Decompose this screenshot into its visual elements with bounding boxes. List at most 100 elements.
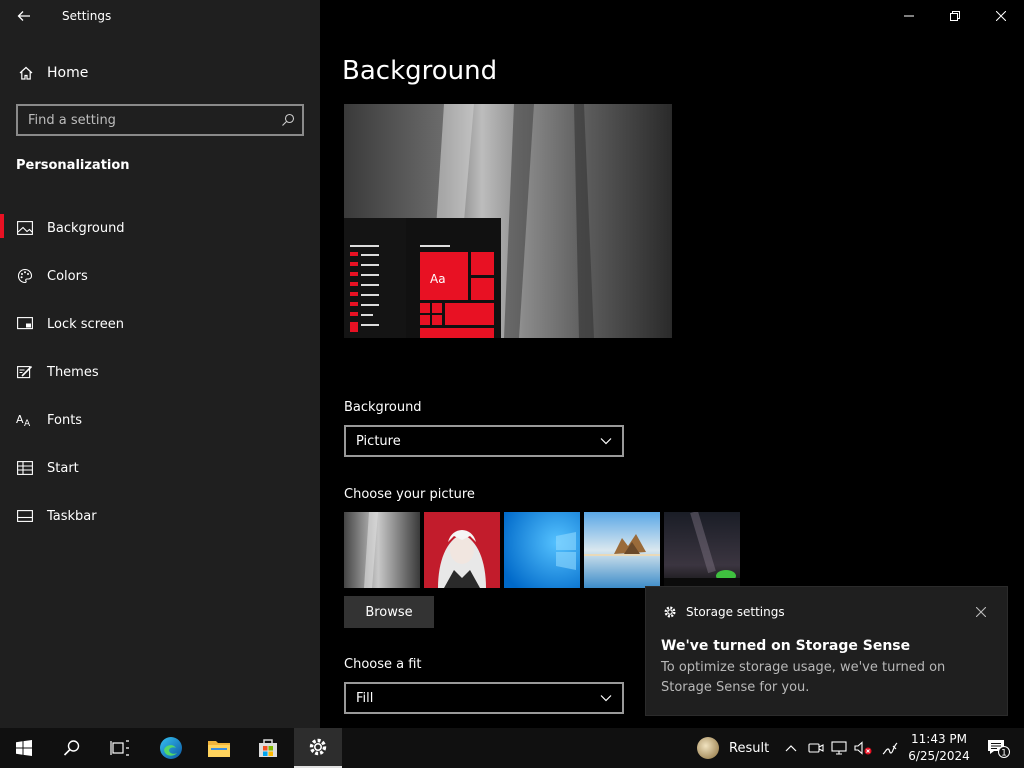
thumbnail-night-sky[interactable] [664,512,740,588]
meet-now-button[interactable] [806,728,826,768]
volume-button[interactable] [852,728,874,768]
folder-icon [208,741,230,757]
minimize-button[interactable] [886,0,932,32]
network-button[interactable] [828,728,850,768]
picture-icon [16,219,34,237]
home-icon [17,64,35,82]
sidebar-item-label: Lock screen [47,316,124,332]
sidebar-item-background[interactable]: Background [0,204,320,252]
preview-sample-text: Aa [430,272,446,286]
search-box[interactable] [16,104,304,136]
sidebar-item-taskbar[interactable]: Taskbar [0,492,320,540]
thumbnail-windows-blue[interactable] [504,512,580,588]
section-title: Personalization [16,158,130,173]
store-button[interactable] [244,728,292,768]
choose-fit-label: Choose a fit [344,657,422,672]
background-preview: Aa [344,104,672,338]
file-explorer-button[interactable] [195,728,243,768]
weather-widget[interactable]: Result [697,728,769,768]
search-icon[interactable] [274,113,302,127]
choose-picture-label: Choose your picture [344,487,475,502]
svg-text:A: A [24,419,31,428]
weather-label: Result [729,740,770,756]
start-menu-mockup: Aa [344,218,501,338]
start-icon [16,459,34,477]
sidebar-item-label: Start [47,460,79,476]
sidebar-item-label: Taskbar [47,508,97,524]
restore-icon [950,11,960,21]
toast-body: To optimize storage usage, we've turned … [661,660,946,695]
show-hidden-icons-button[interactable] [782,728,800,768]
chevron-down-icon [600,695,612,702]
close-button[interactable] [978,0,1024,32]
back-button[interactable] [8,4,40,28]
search-input[interactable] [18,112,274,128]
sidebar-item-label: Colors [47,268,88,284]
page-title: Background [342,56,498,86]
home-nav-item[interactable]: Home [0,56,320,90]
sidebar-item-label: Themes [47,364,99,380]
fit-dropdown-value: Fill [356,690,374,706]
taskbar-icon [16,507,34,525]
task-view-icon [110,740,129,756]
settings-app-button[interactable] [294,728,342,768]
start-button[interactable] [0,728,48,768]
network-icon [831,741,847,755]
back-arrow-icon [17,11,30,21]
notification-count: 1 [1001,748,1007,758]
clock-date: 6/25/2024 [908,749,970,763]
clock-time: 11:43 PM [911,732,967,746]
taskbar-search-button[interactable] [48,728,96,768]
sidebar: Settings Home Personalization Background… [0,0,320,728]
sidebar-item-colors[interactable]: Colors [0,252,320,300]
weather-icon [697,737,719,759]
toast-app-name: Storage settings [686,605,785,619]
background-dropdown[interactable]: Picture [344,425,624,457]
fit-dropdown[interactable]: Fill [344,682,624,714]
store-icon [259,739,277,757]
sidebar-item-themes[interactable]: Themes [0,348,320,396]
sidebar-item-lock-screen[interactable]: Lock screen [0,300,320,348]
title-bar: Settings [0,0,320,32]
toast-heading: We've turned on Storage Sense [661,638,911,654]
background-dropdown-value: Picture [356,433,401,449]
taskbar: Result 11:43 PM 6/25/2024 1 [0,728,1024,768]
notification-icon: 1 [988,740,1010,758]
task-view-button[interactable] [96,728,144,768]
nav-list: Background Colors Lock screen Themes AA … [0,204,320,540]
toast-close-button[interactable] [973,604,989,620]
pen-workspace-button[interactable] [878,728,902,768]
chevron-up-icon [785,745,797,752]
toast-header: Storage settings [662,604,785,620]
close-icon [996,11,1006,21]
edge-button[interactable] [147,728,195,768]
close-icon [976,607,986,617]
pen-icon [882,742,898,755]
themes-icon [16,363,34,381]
background-label: Background [344,400,422,415]
picture-thumbnails [344,512,740,588]
sidebar-item-label: Fonts [47,412,83,428]
sidebar-item-label: Background [47,220,125,236]
sidebar-item-fonts[interactable]: AA Fonts [0,396,320,444]
camera-icon [808,743,824,753]
lock-screen-icon [16,315,34,333]
clock[interactable]: 11:43 PM 6/25/2024 [905,731,973,765]
chevron-down-icon [600,438,612,445]
action-center-button[interactable]: 1 [978,728,1018,768]
palette-icon [16,267,34,285]
thumbnail-anime[interactable] [424,512,500,588]
storage-sense-toast[interactable]: Storage settings We've turned on Storage… [645,586,1008,716]
fonts-icon: AA [16,411,34,429]
thumbnail-beach[interactable] [584,512,660,588]
browse-button[interactable]: Browse [344,596,434,628]
restore-button[interactable] [932,0,978,32]
thumbnail-rock[interactable] [344,512,420,588]
minimize-icon [904,15,914,17]
edge-icon [160,737,182,759]
window-controls [886,0,1024,32]
search-icon [63,740,80,756]
volume-muted-icon [854,741,872,755]
sidebar-item-start[interactable]: Start [0,444,320,492]
app-title: Settings [62,9,112,23]
